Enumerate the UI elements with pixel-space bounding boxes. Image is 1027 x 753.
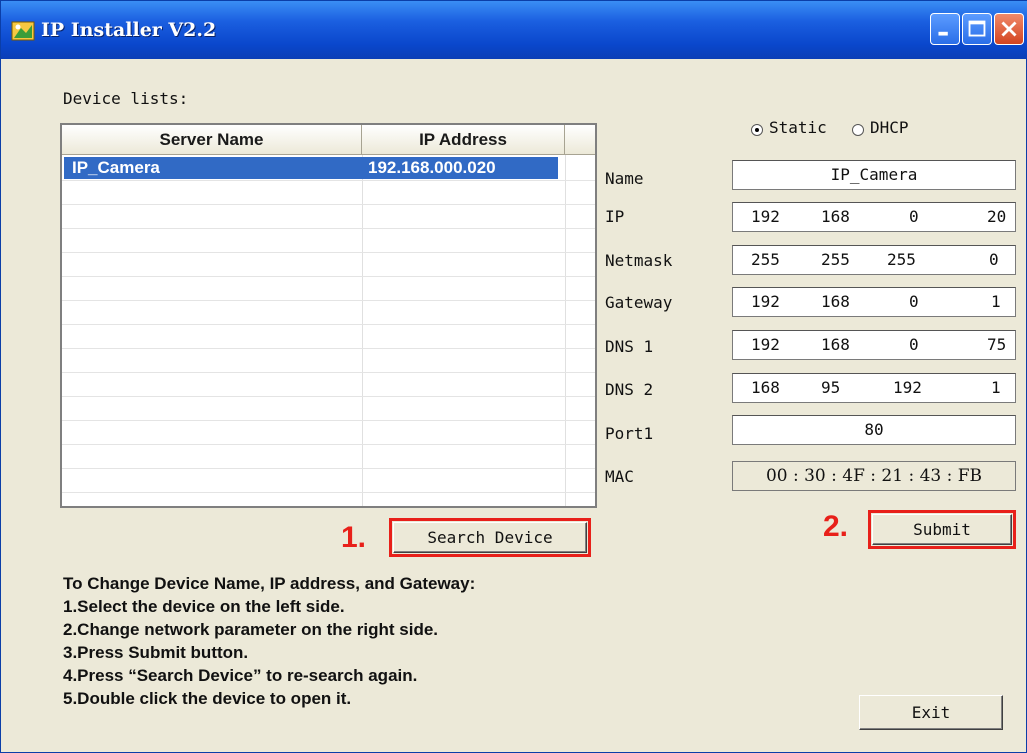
- static-radio[interactable]: [751, 124, 763, 136]
- port1-label: Port1: [605, 424, 654, 443]
- instruction-step: 1.Select the device on the left side.: [63, 597, 345, 616]
- name-label: Name: [605, 169, 644, 188]
- exit-button[interactable]: Exit: [859, 695, 1003, 730]
- row-divider: [62, 276, 595, 277]
- dns2-octet-1[interactable]: 168: [751, 374, 780, 402]
- netmask-octet-2[interactable]: 255: [821, 246, 850, 274]
- mac-field-value: 00 : 30 : 4F : 21 : 43 : FB: [765, 466, 983, 486]
- ip-octet-1[interactable]: 192: [751, 203, 780, 231]
- netmask-label: Netmask: [605, 251, 673, 270]
- gateway-octet-2[interactable]: 168: [821, 288, 850, 316]
- dns2-field[interactable]: 168 95 192 1: [732, 373, 1016, 403]
- gateway-octet-1[interactable]: 192: [751, 288, 780, 316]
- row-divider: [62, 252, 595, 253]
- app-icon: [11, 21, 35, 41]
- netmask-octet-4[interactable]: 0: [989, 246, 999, 274]
- row-divider: [62, 180, 595, 181]
- column-header-filler: [565, 125, 595, 155]
- ip-label: IP: [605, 207, 625, 226]
- dns1-octet-4[interactable]: 75: [987, 331, 1006, 359]
- submit-highlight: [868, 510, 1016, 549]
- dns1-label: DNS 1: [605, 337, 654, 356]
- device-lists-label: Device lists:: [63, 89, 189, 108]
- minimize-button[interactable]: [930, 13, 960, 45]
- row-divider: [62, 300, 595, 301]
- gateway-octet-4[interactable]: 1: [991, 288, 1001, 316]
- row-divider: [62, 492, 595, 493]
- row-divider: [62, 228, 595, 229]
- ip-installer-window: IP Installer V2.2 Device lists: Server N…: [0, 0, 1027, 753]
- close-button[interactable]: [994, 13, 1024, 45]
- minimize-icon: [938, 31, 948, 36]
- dns2-octet-2[interactable]: 95: [821, 374, 840, 402]
- title-bar[interactable]: IP Installer V2.2: [1, 1, 1027, 59]
- dns1-octet-3[interactable]: 0: [909, 331, 919, 359]
- dns1-octet-1[interactable]: 192: [751, 331, 780, 359]
- row-divider: [62, 420, 595, 421]
- instruction-step: 2.Change network parameter on the right …: [63, 620, 439, 639]
- instruction-step: 5.Double click the device to open it.: [63, 689, 352, 708]
- column-divider: [565, 155, 566, 506]
- instruction-step: 4.Press “Search Device” to re-search aga…: [63, 666, 418, 685]
- port1-field[interactable]: 80: [732, 415, 1016, 445]
- dhcp-radio[interactable]: [852, 124, 864, 136]
- port1-field-value: 80: [864, 420, 884, 439]
- gateway-octet-3[interactable]: 0: [909, 288, 919, 316]
- dhcp-radio-label[interactable]: DHCP: [870, 118, 909, 137]
- column-header-server-name[interactable]: Server Name: [62, 125, 362, 155]
- instruction-step: 3.Press Submit button.: [63, 643, 249, 662]
- ip-field[interactable]: 192 168 0 20: [732, 202, 1016, 232]
- row-divider: [62, 348, 595, 349]
- step-1-marker: 1.: [341, 521, 367, 554]
- name-field-value: IP_Camera: [830, 165, 918, 184]
- search-device-highlight: [389, 518, 591, 557]
- row-divider: [62, 324, 595, 325]
- dns2-label: DNS 2: [605, 380, 654, 399]
- static-radio-label[interactable]: Static: [769, 118, 827, 137]
- row-divider: [62, 468, 595, 469]
- step-2-marker: 2.: [823, 510, 849, 543]
- column-divider: [362, 155, 363, 506]
- netmask-field[interactable]: 255 255 255 0: [732, 245, 1016, 275]
- row-divider: [62, 204, 595, 205]
- dns1-field[interactable]: 192 168 0 75: [732, 330, 1016, 360]
- row-divider: [62, 444, 595, 445]
- dns2-octet-3[interactable]: 192: [893, 374, 922, 402]
- table-row[interactable]: IP_Camera 192.168.000.020: [64, 157, 558, 179]
- dns1-octet-2[interactable]: 168: [821, 331, 850, 359]
- netmask-octet-1[interactable]: 255: [751, 246, 780, 274]
- mac-label: MAC: [605, 467, 634, 486]
- ip-octet-4[interactable]: 20: [987, 203, 1006, 231]
- maximize-button[interactable]: [962, 13, 992, 45]
- cell-server-name: IP_Camera: [72, 158, 160, 177]
- dns2-octet-4[interactable]: 1: [991, 374, 1001, 402]
- instructions-heading: To Change Device Name, IP address, and G…: [63, 574, 476, 593]
- row-divider: [62, 396, 595, 397]
- netmask-octet-3[interactable]: 255: [887, 246, 916, 274]
- ip-octet-3[interactable]: 0: [909, 203, 919, 231]
- gateway-field[interactable]: 192 168 0 1: [732, 287, 1016, 317]
- ip-octet-2[interactable]: 168: [821, 203, 850, 231]
- window-title: IP Installer V2.2: [41, 19, 217, 41]
- mac-field: 00 : 30 : 4F : 21 : 43 : FB: [732, 461, 1016, 491]
- row-divider: [62, 372, 595, 373]
- device-list[interactable]: Server Name IP Address IP_Camera 192.168…: [60, 123, 597, 508]
- name-field[interactable]: IP_Camera: [732, 160, 1016, 190]
- cell-ip-address: 192.168.000.020: [368, 158, 496, 177]
- maximize-icon: [968, 20, 986, 37]
- gateway-label: Gateway: [605, 293, 673, 312]
- close-icon: [1001, 21, 1017, 37]
- column-header-ip-address[interactable]: IP Address: [362, 125, 565, 155]
